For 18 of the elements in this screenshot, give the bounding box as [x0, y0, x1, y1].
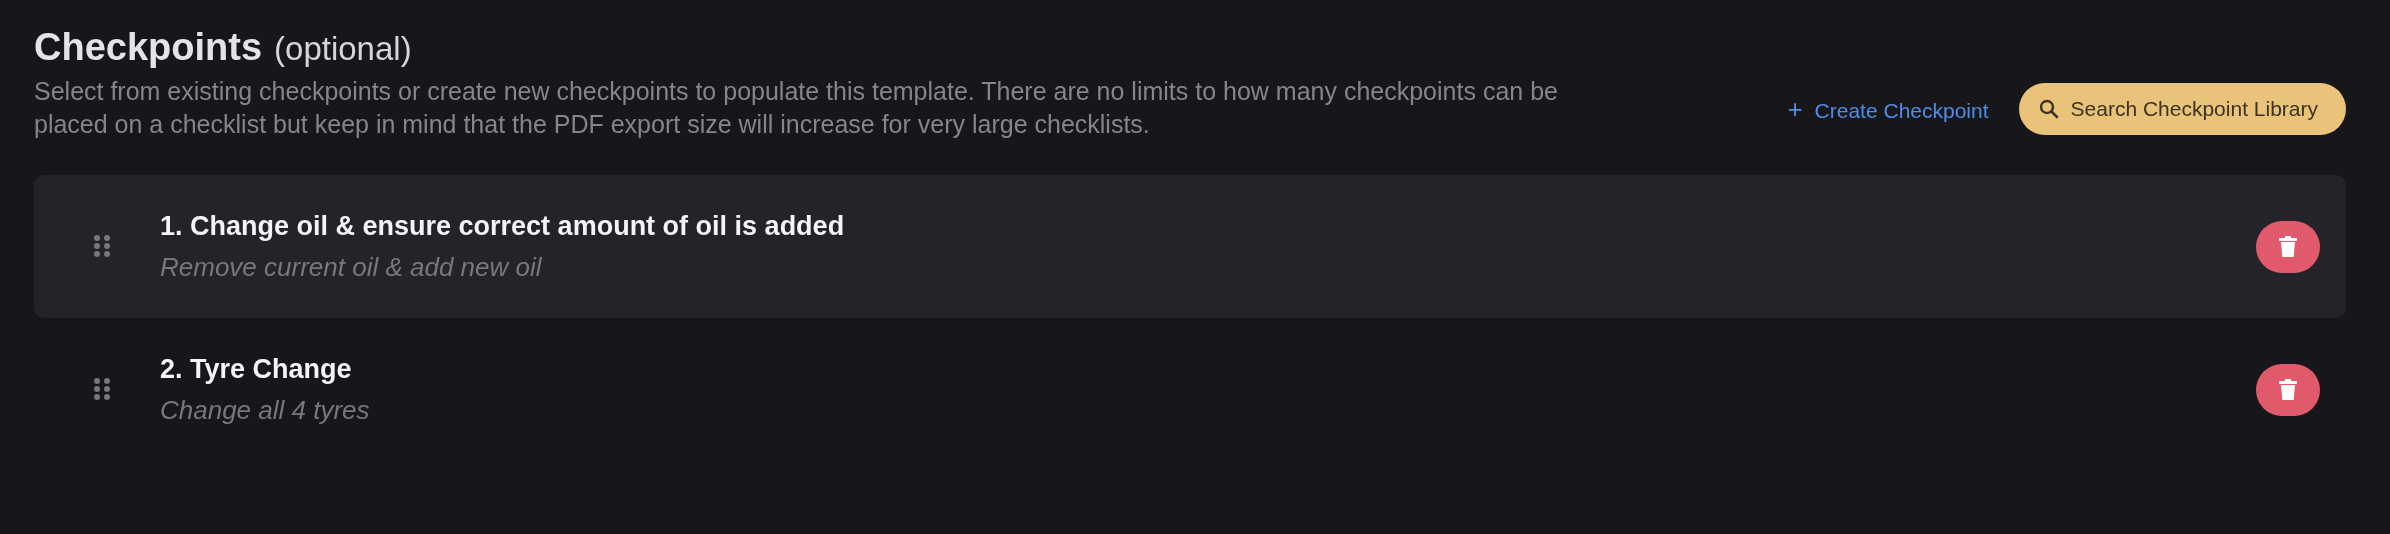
drag-handle-icon[interactable]: [94, 234, 110, 259]
trash-icon: [2279, 378, 2297, 401]
checkpoint-description: Remove current oil & add new oil: [160, 251, 543, 283]
delete-button[interactable]: [2256, 363, 2320, 416]
trash-icon: [2279, 235, 2297, 258]
checkpoint-row[interactable]: 2. Tyre Change Change all 4 tyres: [34, 318, 2346, 461]
search-icon: [2038, 99, 2059, 119]
checkpoint-row[interactable]: 1. Change oil & ensure correct amount of oil is added Remove current oil & add new oil: [34, 175, 2346, 318]
checkpoint-title: 2. Tyre Change: [160, 353, 353, 385]
optional-note: (optional): [274, 30, 412, 68]
section-description: Select from existing checkpoints or create new checkpoints to populate this template. There are no limits to how many checkpoints can be placed on a checklist but keep in mind that the PDF export size will increase for very large checklists.: [34, 76, 1559, 140]
create-checkpoint-link[interactable]: + Create Checkpoint: [1781, 85, 1995, 133]
drag-handle-icon[interactable]: [94, 377, 110, 402]
search-library-button[interactable]: Search Checkpoint Library: [2018, 83, 2346, 135]
delete-button[interactable]: [2256, 220, 2320, 273]
checkpoint-title: 1. Change oil & ensure correct amount of oil is added: [160, 210, 846, 242]
checkpoint-description: Change all 4 tyres: [160, 394, 371, 426]
section-title: Checkpoints: [34, 26, 263, 69]
